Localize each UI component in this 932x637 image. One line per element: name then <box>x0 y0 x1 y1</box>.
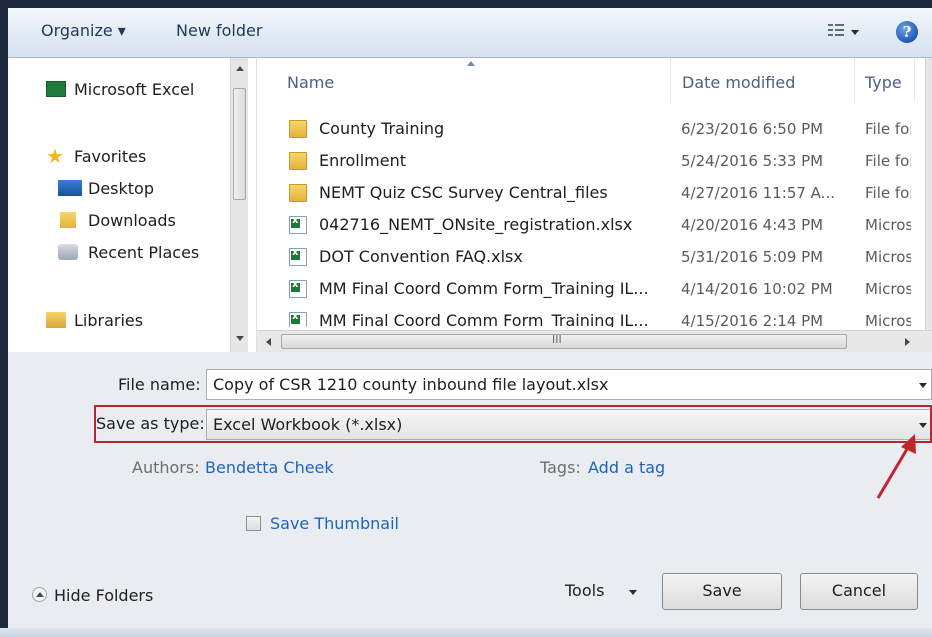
excel-file-icon <box>289 311 307 327</box>
help-button[interactable]: ? <box>896 21 918 43</box>
file-name: Enrollment <box>319 151 406 170</box>
file-name: 042716_NEMT_ONsite_registration.xlsx <box>319 215 633 234</box>
column-label: Date modified <box>682 73 796 92</box>
new-folder-button[interactable]: New folder <box>176 21 262 40</box>
file-row[interactable]: 042716_NEMT_ONsite_registration.xlsx 4/2… <box>257 209 932 241</box>
file-name: DOT Convention FAQ.xlsx <box>319 247 523 266</box>
authors-value[interactable]: Bendetta Cheek <box>205 458 334 477</box>
navigation-pane: Microsoft Excel ★ Favorites Desktop Down… <box>8 58 256 352</box>
file-date: 4/14/2016 10:02 PM <box>681 280 833 298</box>
list-scroll-thumb[interactable]: III <box>281 333 847 349</box>
nav-scroll-thumb[interactable] <box>233 88 246 200</box>
file-name: MM Final Coord Comm Form_Training IL... <box>319 279 649 298</box>
file-date: 4/27/2016 11:57 A... <box>681 184 835 202</box>
nav-label: Downloads <box>88 211 176 230</box>
column-label: Name <box>287 73 335 92</box>
file-list: Name Date modified Type County Training … <box>256 58 932 352</box>
nav-scrollbar[interactable] <box>230 58 248 352</box>
nav-item-microsoft-excel[interactable]: Microsoft Excel <box>8 77 230 103</box>
star-icon: ★ <box>46 144 64 168</box>
organize-button[interactable]: Organize ▾ <box>41 21 126 40</box>
file-type: File fol <box>865 184 911 202</box>
file-row[interactable]: County Training 6/23/2016 6:50 PM File f… <box>257 113 932 145</box>
file-type: Micros <box>865 312 911 327</box>
file-date: 4/15/2016 2:14 PM <box>681 312 824 327</box>
list-vertical-scrollbar[interactable] <box>925 58 932 334</box>
column-header-date[interactable]: Date modified <box>671 58 855 102</box>
nav-label: Libraries <box>74 311 144 330</box>
folder-icon <box>289 184 307 202</box>
nav-item-downloads[interactable]: Downloads <box>8 208 230 234</box>
folder-icon <box>289 152 307 170</box>
recent-places-icon <box>58 244 78 260</box>
file-name: NEMT Quiz CSC Survey Central_files <box>319 183 608 202</box>
scroll-down-icon[interactable] <box>236 336 244 341</box>
scroll-left-icon[interactable] <box>266 338 271 346</box>
file-row[interactable]: MM Final Coord Comm Form_Training IL... … <box>257 273 932 305</box>
window-frame-top <box>0 0 932 8</box>
column-label: Type <box>865 73 902 92</box>
annotation-highlight-box <box>94 405 932 443</box>
file-name: County Training <box>319 119 445 138</box>
folder-icon <box>289 120 307 138</box>
file-type: File fol <box>865 120 911 138</box>
nav-item-desktop[interactable]: Desktop <box>8 176 230 202</box>
file-date: 5/31/2016 5:09 PM <box>681 248 824 266</box>
excel-file-icon <box>289 279 307 298</box>
column-header-type[interactable]: Type <box>855 58 915 102</box>
nav-label: Microsoft Excel <box>74 80 195 99</box>
sort-ascending-icon <box>467 61 475 66</box>
libraries-icon <box>46 312 66 328</box>
window-frame-left <box>0 0 8 637</box>
file-row[interactable]: NEMT Quiz CSC Survey Central_files 4/27/… <box>257 177 932 209</box>
tools-dropdown-icon[interactable] <box>629 590 637 595</box>
nav-item-favorites[interactable]: ★ Favorites <box>8 144 230 170</box>
tags-label: Tags: <box>540 458 581 477</box>
save-thumbnail-checkbox[interactable] <box>246 516 261 531</box>
tags-input[interactable]: Add a tag <box>588 458 665 477</box>
scroll-grip: III <box>552 333 562 346</box>
tools-button[interactable]: Tools <box>565 581 604 600</box>
file-name: MM Final Coord Comm Form_Training IL... <box>319 311 649 327</box>
file-type: Micros <box>865 216 911 234</box>
file-name-value: Copy of CSR 1210 county inbound file lay… <box>213 375 609 394</box>
scroll-up-icon[interactable] <box>236 66 244 71</box>
file-name-input[interactable]: Copy of CSR 1210 county inbound file lay… <box>206 369 932 400</box>
change-view-icon[interactable] <box>828 24 844 38</box>
nav-item-libraries[interactable]: Libraries <box>8 308 230 334</box>
list-horizontal-scrollbar[interactable]: III <box>257 330 932 352</box>
view-dropdown-icon[interactable] <box>851 30 859 35</box>
file-date: 6/23/2016 6:50 PM <box>681 120 824 138</box>
excel-file-icon <box>289 247 307 266</box>
file-type: File fol <box>865 152 911 170</box>
file-row[interactable]: Enrollment 5/24/2016 5:33 PM File fol <box>257 145 932 177</box>
cancel-button[interactable]: Cancel <box>800 573 918 610</box>
authors-label: Authors: <box>132 458 200 477</box>
file-name-dropdown-icon[interactable] <box>919 383 927 388</box>
file-type: Micros <box>865 248 911 266</box>
save-thumbnail-label[interactable]: Save Thumbnail <box>270 514 399 533</box>
excel-icon <box>46 81 66 97</box>
column-header-name[interactable]: Name <box>257 58 671 102</box>
file-row[interactable]: MM Final Coord Comm Form_Training IL... … <box>257 305 932 327</box>
save-button[interactable]: Save <box>662 573 782 610</box>
hide-folders-icon[interactable] <box>32 587 47 602</box>
window-frame-bottom <box>0 628 932 637</box>
desktop-icon <box>58 180 82 196</box>
file-date: 5/24/2016 5:33 PM <box>681 152 824 170</box>
nav-item-recent-places[interactable]: Recent Places <box>8 240 230 266</box>
file-date: 4/20/2016 4:43 PM <box>681 216 824 234</box>
downloads-icon <box>60 212 76 228</box>
hide-folders-button[interactable]: Hide Folders <box>54 586 153 605</box>
nav-label: Desktop <box>88 179 154 198</box>
excel-file-icon <box>289 215 307 234</box>
scroll-right-icon[interactable] <box>905 338 910 346</box>
nav-label: Favorites <box>74 147 147 166</box>
file-type: Micros <box>865 280 911 298</box>
toolbar: Organize ▾ New folder ? <box>8 8 932 58</box>
annotation-arrow <box>876 434 916 499</box>
nav-label: Recent Places <box>88 243 200 262</box>
file-name-label: File name: <box>118 375 201 394</box>
file-row[interactable]: DOT Convention FAQ.xlsx 5/31/2016 5:09 P… <box>257 241 932 273</box>
